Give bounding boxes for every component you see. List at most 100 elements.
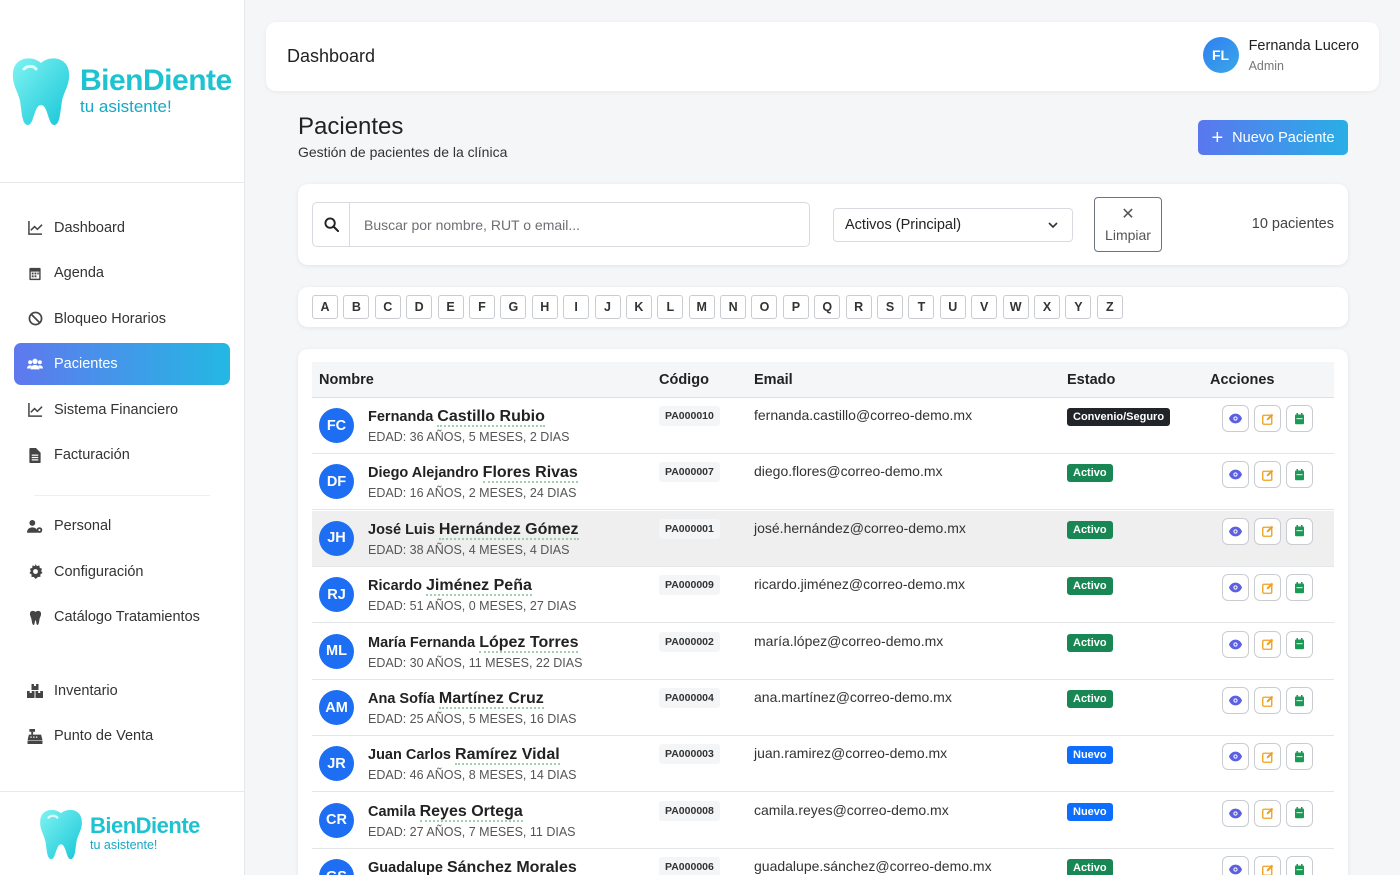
- table-row[interactable]: FC Fernanda Castillo Rubio EDAD: 36 AÑOS, …: [312, 398, 1334, 454]
- letter-filter-g[interactable]: G: [500, 295, 527, 319]
- table-row[interactable]: CR Camila Reyes Ortega EDAD: 27 AÑOS, 7 ME…: [312, 793, 1334, 849]
- letter-filter-m[interactable]: M: [688, 295, 715, 319]
- new-patient-button[interactable]: + Nuevo Paciente: [1198, 120, 1348, 155]
- sidebar-item-dashboard[interactable]: Dashboard: [14, 207, 230, 249]
- edit-button[interactable]: [1254, 743, 1281, 771]
- edit-button[interactable]: [1254, 856, 1281, 875]
- letter-filter-h[interactable]: H: [531, 295, 558, 319]
- patient-name[interactable]: Camila Reyes Ortega: [368, 802, 523, 822]
- sidebar-item-label: Configuración: [54, 563, 144, 580]
- letter-filter-u[interactable]: U: [939, 295, 966, 319]
- letter-filter-o[interactable]: O: [751, 295, 778, 319]
- schedule-button[interactable]: [1286, 630, 1313, 658]
- letter-filter-t[interactable]: T: [908, 295, 935, 319]
- letter-filter-r[interactable]: R: [845, 295, 872, 319]
- schedule-button[interactable]: [1286, 517, 1313, 545]
- edit-button[interactable]: [1254, 687, 1281, 714]
- edit-button[interactable]: [1254, 799, 1281, 827]
- schedule-button[interactable]: [1286, 743, 1313, 771]
- table-row[interactable]: JR Juan Carlos Ramírez Vidal EDAD: 46 AÑOS…: [312, 736, 1334, 793]
- sidebar-item-catalogo-tratamientos[interactable]: Catálogo Tratamientos: [14, 596, 230, 638]
- letter-filter-l[interactable]: L: [657, 295, 684, 319]
- letter-filter-f[interactable]: F: [468, 295, 495, 319]
- sidebar-item-pacientes[interactable]: Pacientes: [14, 343, 230, 385]
- view-button[interactable]: [1222, 517, 1249, 545]
- letter-filter-i[interactable]: I: [563, 295, 590, 319]
- schedule-button[interactable]: [1286, 405, 1313, 432]
- view-button[interactable]: [1222, 856, 1249, 875]
- column-header-status[interactable]: Estado: [1067, 372, 1115, 388]
- column-header-name[interactable]: Nombre: [319, 372, 374, 388]
- view-button[interactable]: [1222, 630, 1249, 658]
- patient-name[interactable]: María Fernanda López Torres: [368, 633, 579, 653]
- clear-filters-button[interactable]: ✕ Limpiar: [1094, 197, 1162, 252]
- status-badge: Activo: [1067, 577, 1113, 596]
- patient-name[interactable]: Diego Alejandro Flores Rivas: [368, 464, 578, 484]
- letter-filter-k[interactable]: K: [625, 295, 652, 319]
- sidebar-item-punto-de-venta[interactable]: Punto de Venta: [14, 715, 230, 757]
- letter-filter-p[interactable]: P: [782, 295, 809, 319]
- letter-filter-s[interactable]: S: [877, 295, 904, 319]
- sidebar-item-personal[interactable]: Personal: [14, 505, 230, 547]
- sidebar-item-configuracion[interactable]: Configuración: [14, 551, 230, 593]
- search-input[interactable]: [350, 203, 809, 246]
- table-row[interactable]: DF Diego Alejandro Flores Rivas EDAD: 16 A…: [312, 454, 1334, 511]
- table-row[interactable]: AM Ana Sofía Martínez Cruz EDAD: 25 AÑOS, …: [312, 680, 1334, 736]
- edit-button[interactable]: [1254, 461, 1281, 489]
- edit-button[interactable]: [1254, 574, 1281, 602]
- letter-filter-a[interactable]: A: [312, 295, 338, 319]
- schedule-button[interactable]: [1286, 687, 1313, 714]
- calendar-icon: [1294, 807, 1305, 819]
- patient-name[interactable]: Guadalupe Sánchez Morales: [368, 859, 577, 875]
- letter-filter-y[interactable]: Y: [1065, 295, 1092, 319]
- sidebar-item-bloqueo-horarios[interactable]: Bloqueo Horarios: [14, 298, 230, 340]
- status-select[interactable]: Activos (Principal): [833, 208, 1073, 242]
- letter-filter-v[interactable]: V: [971, 295, 998, 319]
- column-header-email[interactable]: Email: [754, 372, 793, 388]
- letter-filter-e[interactable]: E: [437, 295, 464, 319]
- table-row[interactable]: ML María Fernanda López Torres EDAD: 30 AÑ…: [312, 624, 1334, 680]
- edit-button[interactable]: [1254, 630, 1281, 658]
- patient-name[interactable]: Ricardo Jiménez Peña: [368, 577, 532, 597]
- patient-first-name: Diego Alejandro: [368, 465, 479, 482]
- edit-button[interactable]: [1254, 405, 1281, 432]
- view-button[interactable]: [1222, 461, 1249, 489]
- tooth-icon: [27, 609, 43, 625]
- patient-email: josé.hernández@correo-demo.mx: [754, 519, 966, 536]
- patient-name[interactable]: Fernanda Castillo Rubio: [368, 408, 545, 427]
- schedule-button[interactable]: [1286, 574, 1313, 602]
- letter-filter-x[interactable]: X: [1033, 295, 1060, 319]
- sidebar-item-agenda[interactable]: Agenda: [14, 252, 230, 294]
- user-menu[interactable]: FL Fernanda Lucero Admin: [1202, 37, 1359, 73]
- edit-button[interactable]: [1254, 517, 1281, 545]
- sidebar-item-facturacion[interactable]: Facturación: [14, 434, 230, 476]
- sidebar-item-sistema-financiero[interactable]: Sistema Financiero: [14, 389, 230, 431]
- patient-name[interactable]: José Luis Hernández Gómez: [368, 520, 579, 540]
- schedule-button[interactable]: [1286, 799, 1313, 827]
- schedule-button[interactable]: [1286, 461, 1313, 489]
- patient-email: maría.lópez@correo-demo.mx: [754, 632, 944, 649]
- patient-name[interactable]: Ana Sofía Martínez Cruz: [368, 690, 544, 709]
- view-button[interactable]: [1222, 799, 1249, 827]
- table-row[interactable]: GS Guadalupe Sánchez Morales PA000006 guada…: [312, 849, 1334, 875]
- letter-filter-b[interactable]: B: [343, 295, 370, 319]
- sidebar-item-inventario[interactable]: Inventario: [14, 670, 230, 712]
- letter-filter-n[interactable]: N: [720, 295, 747, 319]
- column-header-code[interactable]: Código: [659, 372, 709, 388]
- letter-filter-z[interactable]: Z: [1096, 295, 1123, 319]
- letter-filter-j[interactable]: J: [594, 295, 621, 319]
- schedule-button[interactable]: [1286, 856, 1313, 875]
- view-button[interactable]: [1222, 743, 1249, 771]
- letter-filter-d[interactable]: D: [406, 295, 433, 319]
- table-row[interactable]: JH José Luis Hernández Gómez EDAD: 38 AÑOS…: [312, 510, 1334, 567]
- letter-filter-c[interactable]: C: [374, 295, 401, 319]
- view-button[interactable]: [1222, 574, 1249, 602]
- table-row[interactable]: RJ Ricardo Jiménez Peña EDAD: 51 AÑOS, 0 M…: [312, 567, 1334, 624]
- view-button[interactable]: [1222, 405, 1249, 432]
- brand-logo[interactable]: BienDiente tu asistente!: [10, 55, 232, 127]
- letter-filter-q[interactable]: Q: [814, 295, 841, 319]
- view-button[interactable]: [1222, 687, 1249, 714]
- patient-name[interactable]: Juan Carlos Ramírez Vidal: [368, 746, 560, 766]
- letter-filter-w[interactable]: W: [1002, 295, 1029, 319]
